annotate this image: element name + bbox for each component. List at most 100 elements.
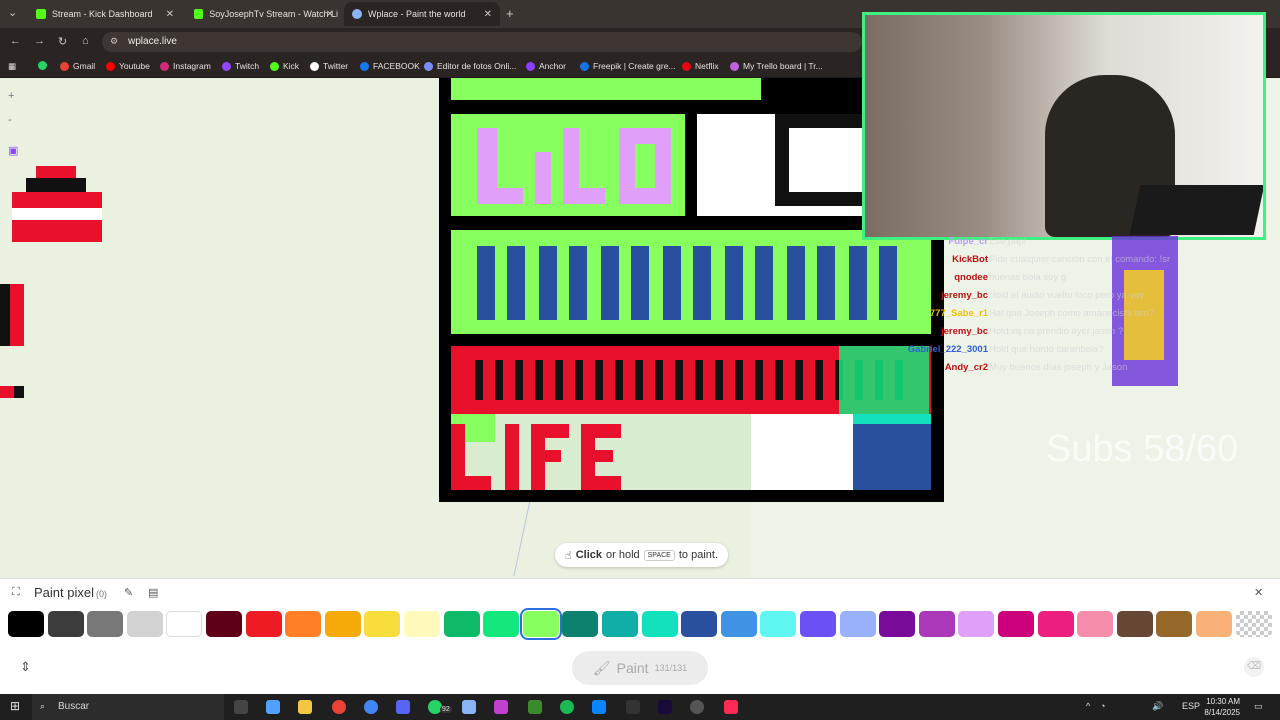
- bookmark-freepik[interactable]: Freepik | Create gre...: [580, 61, 676, 71]
- bookmark-editor[interactable]: Editor de fotos Onli...: [424, 61, 516, 71]
- vscode-icon[interactable]: [592, 700, 606, 714]
- forward-icon[interactable]: →: [34, 35, 45, 47]
- color-swatch[interactable]: [166, 611, 203, 637]
- color-swatch[interactable]: [1077, 611, 1114, 637]
- kick-icon: [270, 61, 279, 71]
- expand-icon[interactable]: ⛶: [12, 586, 20, 599]
- color-swatch[interactable]: [1196, 611, 1232, 637]
- tab-wplace[interactable]: Wplace - Paint the world ✕: [344, 2, 500, 26]
- close-icon[interactable]: ✕: [326, 9, 334, 20]
- pencil-icon[interactable]: ✎: [124, 586, 133, 599]
- volume-icon[interactable]: 🔊: [1152, 701, 1163, 712]
- close-icon[interactable]: ✕: [1254, 586, 1263, 599]
- zoom-in-button[interactable]: +: [8, 90, 14, 102]
- bookmark-youtube[interactable]: Youtube: [106, 61, 150, 71]
- color-swatch[interactable]: [1037, 611, 1074, 637]
- eraser-icon[interactable]: ⌫: [1244, 657, 1264, 677]
- bookmark-netflix[interactable]: Netflix: [682, 61, 719, 71]
- chevron-up-icon[interactable]: ^: [1086, 701, 1090, 711]
- color-swatch[interactable]: [206, 611, 242, 637]
- color-swatch[interactable]: [519, 608, 562, 640]
- close-icon[interactable]: ✕: [484, 9, 492, 20]
- anchor-icon: [526, 61, 535, 71]
- tab-list-icon[interactable]: ⌄: [8, 6, 17, 19]
- copilot-icon[interactable]: [266, 700, 280, 714]
- color-swatch[interactable]: [285, 611, 322, 637]
- color-swatch[interactable]: [641, 611, 678, 637]
- tab-kick-dashboard[interactable]: Stream - Kick Dashboard ✕: [28, 4, 178, 24]
- site-info-icon[interactable]: ⚙: [110, 36, 118, 47]
- color-swatch[interactable]: [562, 611, 599, 637]
- color-swatch[interactable]: [47, 611, 84, 637]
- bookmark-gmail[interactable]: Gmail: [60, 61, 95, 71]
- trello-icon: [730, 61, 739, 71]
- network-icon[interactable]: ◔: [1100, 701, 1105, 711]
- save-icon[interactable]: ▤: [148, 586, 158, 599]
- tiktok-icon[interactable]: [724, 700, 738, 714]
- color-swatch[interactable]: [879, 611, 916, 637]
- whatsapp-icon[interactable]: [38, 61, 51, 70]
- reload-icon[interactable]: ↻: [58, 35, 67, 48]
- bookmark-instagram[interactable]: Instagram: [160, 61, 211, 71]
- color-swatch[interactable]: [681, 611, 718, 637]
- color-swatch[interactable]: [8, 611, 44, 637]
- premiere-icon[interactable]: [658, 700, 672, 714]
- back-icon[interactable]: ←: [10, 35, 21, 47]
- whatsapp-badge: 92: [440, 706, 452, 713]
- color-swatch[interactable]: [483, 611, 520, 637]
- bookmark-twitter[interactable]: Twitter: [310, 61, 348, 71]
- app-icon[interactable]: [626, 700, 640, 714]
- color-swatch[interactable]: [998, 611, 1034, 637]
- chat-message: KickBot Pide cualquier canción con el com…: [952, 254, 1171, 265]
- windows-start-icon[interactable]: ⊞: [10, 699, 20, 713]
- color-swatch[interactable]: [720, 611, 757, 637]
- task-view-icon[interactable]: [234, 700, 248, 714]
- file-explorer-icon[interactable]: [298, 700, 312, 714]
- bookmark-anchor[interactable]: Anchor: [526, 61, 566, 71]
- color-swatch[interactable]: [443, 611, 480, 637]
- bookmark-kick[interactable]: Kick: [270, 61, 299, 71]
- url-input[interactable]: wplace.live: [102, 32, 862, 52]
- color-swatch[interactable]: [760, 611, 797, 637]
- webcam-overlay: [862, 12, 1266, 240]
- chrome-icon[interactable]: [332, 700, 346, 714]
- bookmark-twitch[interactable]: Twitch: [222, 61, 259, 71]
- tab-kick-stream[interactable]: SoyJosephTv Stream - Watch Li ✕: [186, 4, 338, 24]
- color-swatch[interactable]: [1235, 611, 1272, 637]
- spotify-icon[interactable]: [560, 700, 574, 714]
- zoom-out-button[interactable]: -: [8, 114, 12, 126]
- chat-message: jeremy_bc Hold xq no prendió ayer jason ?: [940, 326, 1124, 337]
- language-indicator[interactable]: ESP: [1182, 701, 1200, 711]
- color-swatch[interactable]: [800, 611, 836, 637]
- calendar-icon[interactable]: [462, 700, 476, 714]
- new-tab-button[interactable]: +: [506, 6, 514, 21]
- color-swatch[interactable]: [1156, 611, 1193, 637]
- notification-icon[interactable]: ▭: [1254, 701, 1263, 712]
- photos-icon[interactable]: [494, 700, 508, 714]
- color-swatch[interactable]: [404, 611, 440, 637]
- obs-icon[interactable]: [690, 700, 704, 714]
- bookmark-trello[interactable]: My Trello board | Tr...: [730, 61, 823, 71]
- color-swatch[interactable]: [839, 611, 876, 637]
- color-swatch[interactable]: [364, 611, 401, 637]
- color-swatch[interactable]: [324, 611, 361, 637]
- paint-button[interactable]: 🖌 Paint 131/131: [572, 651, 708, 685]
- color-swatch[interactable]: [918, 611, 955, 637]
- taskbar-search[interactable]: Buscar: [32, 694, 224, 720]
- color-swatch[interactable]: [245, 611, 282, 637]
- color-swatch[interactable]: [602, 611, 638, 637]
- minecraft-icon[interactable]: [528, 700, 542, 714]
- color-swatch[interactable]: [958, 611, 995, 637]
- color-swatch[interactable]: [87, 611, 124, 637]
- bookmark-facebook[interactable]: FACEBOOK: [360, 61, 420, 71]
- close-icon[interactable]: ✕: [166, 9, 174, 20]
- home-icon[interactable]: ⌂: [82, 35, 89, 47]
- apps-icon[interactable]: ▦: [8, 61, 16, 72]
- discord-icon[interactable]: [396, 700, 410, 714]
- twitch-icon[interactable]: ▣: [8, 144, 18, 157]
- clock[interactable]: 10:30 AM 8/14/2025: [1204, 696, 1240, 718]
- collapse-icon[interactable]: ⇕: [20, 659, 31, 675]
- chrome-icon[interactable]: [364, 700, 378, 714]
- color-swatch[interactable]: [126, 611, 163, 637]
- color-swatch[interactable]: [1116, 611, 1153, 637]
